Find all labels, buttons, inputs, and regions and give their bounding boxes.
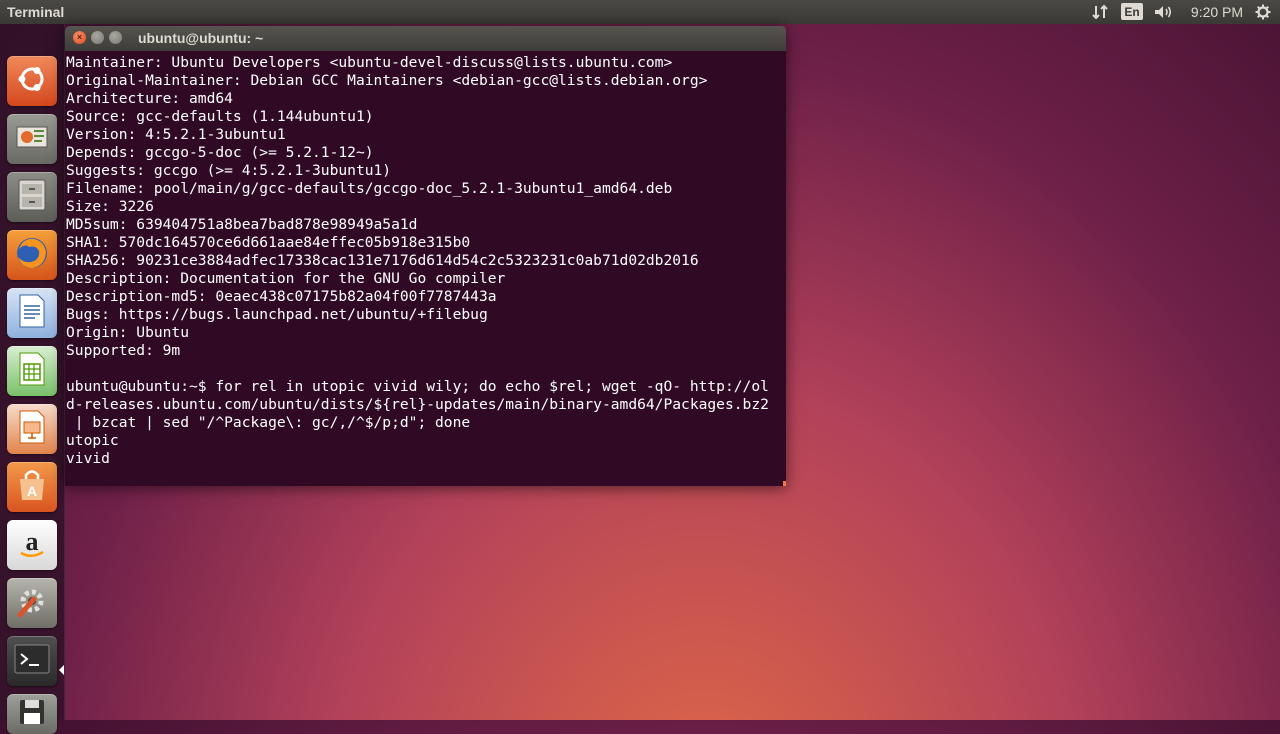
terminal-line: d-releases.ubuntu.com/ubuntu/dists/${rel… <box>66 396 769 413</box>
maximize-window-button[interactable] <box>109 31 122 44</box>
wrench-gear-icon <box>14 583 50 624</box>
terminal-line: ubuntu@ubuntu:~$ for rel in utopic vivid… <box>66 378 769 395</box>
terminal-line: Description: Documentation for the GNU G… <box>66 270 506 287</box>
terminal-icon <box>13 643 51 680</box>
clock[interactable]: 9:20 PM <box>1188 3 1246 21</box>
files-button[interactable] <box>7 172 57 222</box>
terminal-line: Bugs: https://bugs.launchpad.net/ubuntu/… <box>66 306 488 323</box>
window-titlebar[interactable]: × ubuntu@ubuntu: ~ <box>65 26 786 51</box>
terminal-line: Version: 4:5.2.1-3ubuntu1 <box>66 126 286 143</box>
save-button[interactable] <box>7 694 57 734</box>
ubuntu-logo-icon <box>15 62 49 101</box>
terminal-line: utopic <box>66 432 119 449</box>
terminal-line: Maintainer: Ubuntu Developers <ubuntu-de… <box>66 54 673 71</box>
terminal-line: Original-Maintainer: Debian GCC Maintain… <box>66 72 708 89</box>
window-title: ubuntu@ubuntu: ~ <box>138 30 264 46</box>
svg-text:a: a <box>26 527 39 556</box>
amazon-button[interactable]: a <box>7 520 57 570</box>
dash-home-button[interactable] <box>7 56 57 106</box>
libreoffice-writer-button[interactable] <box>7 288 57 338</box>
terminal-line: vivid <box>66 450 110 467</box>
active-app-name[interactable]: Terminal <box>7 4 64 20</box>
active-app-arrow-icon <box>59 665 64 675</box>
shopping-bag-icon: A <box>16 468 48 507</box>
terminal-output[interactable]: Maintainer: Ubuntu Developers <ubuntu-de… <box>65 51 786 486</box>
installer-icon <box>14 121 50 158</box>
terminal-line: Supported: 9m <box>66 342 181 359</box>
session-gear-icon[interactable] <box>1252 3 1274 21</box>
terminal-line: SHA256: 90231ce3884adfec17338cac131e7176… <box>66 252 699 269</box>
system-settings-button[interactable] <box>7 578 57 628</box>
terminal-line: Origin: Ubuntu <box>66 324 190 341</box>
libreoffice-impress-button[interactable] <box>7 404 57 454</box>
terminal-window: × ubuntu@ubuntu: ~ Maintainer: Ubuntu De… <box>65 26 786 486</box>
firefox-button[interactable] <box>7 230 57 280</box>
terminal-line: Size: 3226 <box>66 198 154 215</box>
terminal-line: SHA1: 570dc164570ce6d661aae84effec05b918… <box>66 234 471 251</box>
terminal-line: Description-md5: 0eaec438c07175b82a04f00… <box>66 288 497 305</box>
terminal-line: Suggests: gccgo (>= 4:5.2.1-3ubuntu1) <box>66 162 392 179</box>
impress-icon <box>17 409 47 450</box>
terminal-line: | bzcat | sed "/^Package\: gc/,/^$/p;d";… <box>66 414 471 431</box>
scrollbar-indicator[interactable] <box>783 481 786 486</box>
terminal-line: Architecture: amd64 <box>66 90 233 107</box>
minimize-window-button[interactable] <box>91 31 104 44</box>
svg-text:A: A <box>27 483 37 499</box>
keyboard-layout-indicator[interactable]: En <box>1121 3 1143 20</box>
network-icon[interactable] <box>1089 3 1111 21</box>
top-panel: Terminal En 9:20 PM <box>0 0 1280 24</box>
calc-icon <box>17 351 47 392</box>
amazon-icon: a <box>15 526 49 565</box>
terminal-text: Maintainer: Ubuntu Developers <ubuntu-de… <box>66 54 769 468</box>
install-ubuntu-button[interactable] <box>7 114 57 164</box>
writer-icon <box>17 293 47 334</box>
close-window-button[interactable]: × <box>73 31 86 44</box>
software-center-button[interactable]: A <box>7 462 57 512</box>
floppy-icon <box>17 697 47 732</box>
terminal-line: Source: gcc-defaults (1.144ubuntu1) <box>66 108 374 125</box>
firefox-icon <box>14 235 50 276</box>
launcher: A a <box>0 24 65 734</box>
libreoffice-calc-button[interactable] <box>7 346 57 396</box>
volume-icon[interactable] <box>1153 3 1175 21</box>
terminal-line: Filename: pool/main/g/gcc-defaults/gccgo… <box>66 180 673 197</box>
terminal-line: MD5sum: 639404751a8bea7bad878e98949a5a1d <box>66 216 418 233</box>
terminal-button[interactable] <box>7 636 57 686</box>
terminal-line: Depends: gccgo-5-doc (>= 5.2.1-12~) <box>66 144 374 161</box>
file-cabinet-icon <box>16 178 48 217</box>
